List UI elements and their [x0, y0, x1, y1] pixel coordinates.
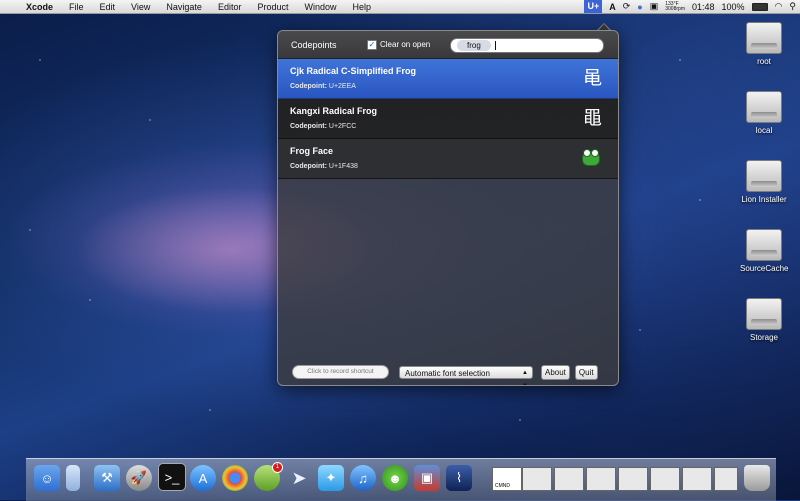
terminal-icon[interactable]: >_	[158, 463, 186, 491]
window-thumbnail[interactable]	[618, 467, 648, 491]
result-row[interactable]: Frog Face Codepoint: U+1F438	[278, 139, 618, 179]
battery-status[interactable]: 100%	[722, 2, 745, 12]
menu-file[interactable]: File	[61, 2, 92, 12]
globe-icon[interactable]: ●	[637, 2, 642, 12]
chrome-icon[interactable]	[222, 465, 248, 491]
result-codepoint: Codepoint: U+2FCC	[290, 123, 356, 130]
menu-bar: Xcode File Edit View Navigate Editor Pro…	[0, 0, 800, 14]
notification-badge: 1	[272, 462, 283, 473]
drive-sourcecache[interactable]: SourceCache	[740, 229, 788, 273]
fan-speed-value: 3008rpm	[665, 5, 685, 12]
hard-drive-icon	[746, 298, 782, 330]
sync-icon[interactable]: ⟳	[623, 1, 631, 12]
result-codepoint: Codepoint: U+2EEA	[290, 83, 356, 90]
panel-header: Codepoints ✓ Clear on open frog	[278, 31, 618, 59]
codepoint-label: Codepoint:	[290, 163, 327, 170]
window-thumbnail[interactable]	[586, 467, 616, 491]
qq-icon[interactable]: ☻	[382, 465, 408, 491]
window-thumbnail[interactable]	[554, 467, 584, 491]
clock[interactable]: 01:48	[692, 2, 715, 12]
window-thumbnail[interactable]	[522, 467, 552, 491]
hard-drive-icon	[746, 91, 782, 123]
clear-on-open-label: Clear on open	[380, 40, 431, 49]
menu-help[interactable]: Help	[345, 2, 380, 12]
battery-icon[interactable]	[751, 2, 768, 11]
font-selection-value: Automatic font selection	[405, 368, 490, 378]
instruments-icon[interactable]: ⌇	[446, 465, 472, 491]
panel-title: Codepoints	[291, 39, 337, 50]
panel-footer: Click to record shortcut Automatic font …	[278, 359, 618, 385]
window-thumbnail[interactable]	[682, 467, 712, 491]
drive-lion-installer[interactable]: Lion Installer	[740, 160, 788, 204]
font-menu-icon[interactable]: A	[609, 2, 616, 12]
drive-label: local	[755, 126, 773, 135]
codepoints-panel: Codepoints ✓ Clear on open frog Cjk Radi…	[277, 30, 619, 386]
quit-button[interactable]: Quit	[574, 364, 598, 380]
drive-storage[interactable]: Storage	[740, 298, 788, 342]
codepoint-value: U+2EEA	[328, 83, 356, 90]
xcode-icon[interactable]: ⚒	[94, 465, 120, 491]
drive-label: Lion Installer	[741, 195, 787, 204]
drive-label: SourceCache	[740, 264, 789, 273]
codepoint-value: U+2FCC	[328, 123, 357, 130]
search-input[interactable]: frog	[450, 38, 604, 53]
hard-drive-icon	[746, 22, 782, 54]
result-name: Frog Face	[290, 146, 334, 156]
clear-on-open-checkbox[interactable]: ✓ Clear on open	[367, 39, 431, 50]
status-area: U+ A ⟳ ● ▣ 133°F 3008rpm 01:48 100% ◠ ⚲	[584, 0, 796, 13]
window-thumbnail[interactable]	[650, 467, 680, 491]
hard-drive-icon	[746, 160, 782, 192]
twitter-icon[interactable]: ✦	[318, 465, 344, 491]
dock: ☺ ⚒ 🚀 >_ A 1 ➤ ✦ ♫ ☻ ▣ ⌇ CMND	[26, 458, 776, 501]
about-button[interactable]: About	[541, 364, 570, 380]
codepoints-menu-icon[interactable]: U+	[584, 0, 603, 13]
trash-icon[interactable]	[744, 465, 770, 491]
wifi-icon[interactable]: ◠	[775, 1, 783, 12]
codepoint-value: U+1F438	[328, 163, 358, 170]
drive-label: root	[757, 57, 771, 66]
finder-icon[interactable]: ☺	[34, 465, 60, 491]
chevron-updown-icon: ▲ ▼	[522, 369, 528, 386]
menu-app-name[interactable]: Xcode	[22, 2, 61, 12]
menu-product[interactable]: Product	[249, 2, 296, 12]
drive-local[interactable]: local	[740, 91, 788, 135]
itunes-icon[interactable]: ♫	[350, 465, 376, 491]
frog-face-icon	[582, 149, 600, 166]
drive-label: Storage	[749, 333, 779, 342]
menu-window[interactable]: Window	[296, 2, 344, 12]
cmnd-label: CMND	[495, 483, 510, 489]
search-query[interactable]: frog	[457, 40, 491, 51]
result-glyph: ⿌	[582, 107, 602, 129]
paper-plane-icon[interactable]: ➤	[286, 465, 312, 491]
menu-view[interactable]: View	[123, 2, 158, 12]
menu-edit[interactable]: Edit	[92, 2, 124, 12]
result-codepoint: Codepoint: U+1F438	[290, 163, 358, 170]
launchpad-icon[interactable]: 🚀	[126, 465, 152, 491]
hard-drive-icon	[746, 229, 782, 261]
window-thumbnail[interactable]	[714, 467, 738, 491]
menu-editor[interactable]: Editor	[210, 2, 250, 12]
spotlight-search-icon[interactable]: ⚲	[789, 1, 796, 12]
app-store-icon[interactable]: A	[190, 465, 216, 491]
font-selection-dropdown[interactable]: Automatic font selection ▲ ▼	[399, 365, 533, 385]
checkbox-checked-icon[interactable]: ✓	[367, 39, 377, 50]
result-row[interactable]: Cjk Radical C-Simplified Frog Codepoint:…	[278, 59, 618, 99]
temperature-readout[interactable]: 133°F 3008rpm	[665, 1, 685, 12]
codepoint-label: Codepoint:	[290, 83, 327, 90]
result-name: Cjk Radical C-Simplified Frog	[290, 66, 417, 76]
result-glyph: ⻪	[582, 67, 602, 89]
window-icon[interactable]: ▣	[650, 1, 659, 12]
drive-root[interactable]: root	[740, 22, 788, 66]
codepoint-label: Codepoint:	[290, 123, 327, 130]
record-shortcut-field[interactable]: Click to record shortcut	[292, 365, 389, 379]
result-name: Kangxi Radical Frog	[290, 106, 378, 116]
xcode-doc-icon[interactable]	[66, 465, 80, 491]
result-row[interactable]: Kangxi Radical Frog Codepoint: U+2FCC ⿌	[278, 99, 618, 139]
text-cursor	[494, 41, 496, 50]
vmware-icon[interactable]: ▣	[414, 465, 440, 491]
menu-navigate[interactable]: Navigate	[158, 2, 210, 12]
cmnd-doc-thumbnail[interactable]: CMND	[492, 467, 522, 491]
messaging-app-icon[interactable]: 1	[254, 462, 283, 491]
